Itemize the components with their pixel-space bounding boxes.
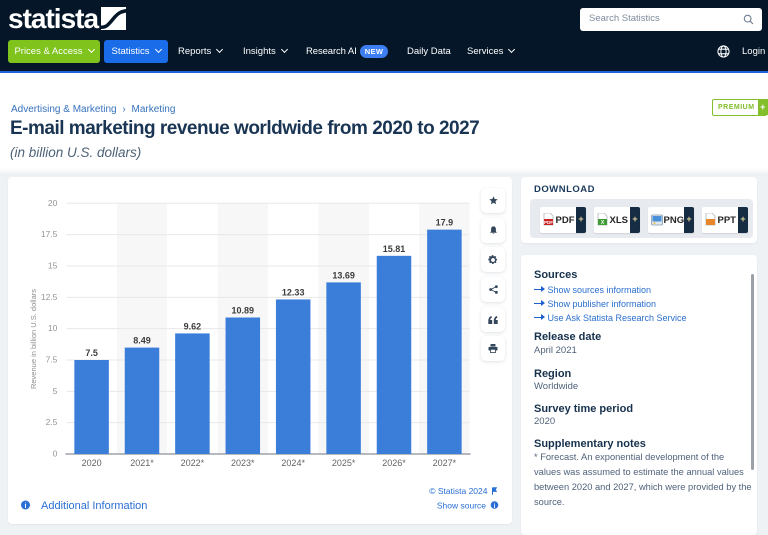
svg-text:2.5: 2.5 (46, 417, 58, 427)
svg-text:2022*: 2022* (181, 458, 205, 468)
svg-text:i: i (25, 503, 27, 510)
svg-text:2020: 2020 (82, 458, 102, 468)
svg-text:2026*: 2026* (382, 458, 406, 468)
svg-text:15: 15 (48, 260, 58, 270)
svg-text:2024*: 2024* (281, 458, 305, 468)
svg-text:Show source: Show source (437, 501, 486, 511)
svg-text:8.49: 8.49 (133, 336, 151, 346)
svg-text:2021*: 2021* (130, 458, 154, 468)
svg-text:0: 0 (53, 449, 58, 459)
svg-text:2023*: 2023* (231, 458, 255, 468)
svg-text:10.89: 10.89 (232, 305, 255, 315)
svg-text:7.5: 7.5 (85, 348, 98, 358)
svg-text:12.33: 12.33 (282, 287, 305, 297)
svg-text:17.5: 17.5 (41, 229, 58, 239)
svg-text:13.69: 13.69 (332, 270, 355, 280)
svg-text:PDF: PDF (544, 220, 553, 225)
svg-text:2027*: 2027* (433, 458, 457, 468)
svg-text:2025*: 2025* (332, 458, 356, 468)
svg-text:© Statista 2024: © Statista 2024 (429, 486, 488, 496)
svg-text:Revenue in billion U.S. dollar: Revenue in billion U.S. dollars (29, 289, 38, 389)
svg-text:5: 5 (53, 386, 58, 396)
svg-text:17.9: 17.9 (436, 218, 454, 228)
svg-text:Additional Information: Additional Information (41, 500, 147, 512)
svg-text:20: 20 (48, 198, 58, 208)
svg-text:10: 10 (48, 323, 58, 333)
svg-text:12.5: 12.5 (41, 292, 58, 302)
svg-text:7.5: 7.5 (46, 354, 58, 364)
svg-text:9.62: 9.62 (184, 321, 202, 331)
svg-text:15.81: 15.81 (383, 244, 406, 254)
